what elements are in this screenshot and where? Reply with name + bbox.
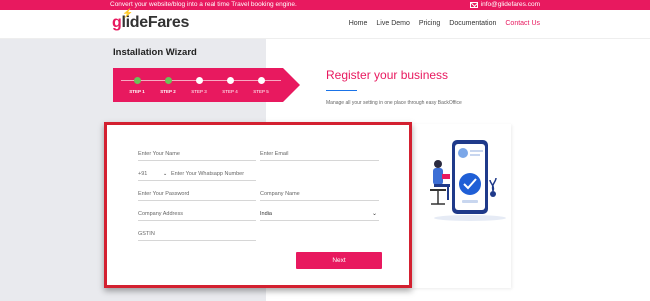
laptop-icon xyxy=(442,174,450,179)
nav-contact-us[interactable]: Contact Us xyxy=(505,20,540,27)
logo-mark-icon: ⚡ xyxy=(122,8,133,18)
email-field[interactable]: Enter Email xyxy=(260,148,379,161)
company-address-field[interactable]: Company Address xyxy=(138,208,256,221)
registration-illustration xyxy=(430,140,506,221)
step-5-label: STEP 5 xyxy=(253,89,269,94)
screen-line xyxy=(462,200,478,203)
person-legs xyxy=(434,184,450,187)
nav-documentation[interactable]: Documentation xyxy=(449,20,496,27)
wizard-title: Installation Wizard xyxy=(113,47,197,58)
logo[interactable]: ⚡ glideFares xyxy=(112,8,189,32)
step-4-dot[interactable] xyxy=(227,77,234,84)
gstin-field[interactable]: GSTIN xyxy=(138,228,256,241)
whatsapp-field[interactable]: +91 ⌄ Enter Your Whatsapp Number xyxy=(138,168,256,181)
promo-text: Convert your website/blog into a real ti… xyxy=(110,1,297,8)
contact-email[interactable]: info@glidefares.com xyxy=(469,1,540,8)
company-name-field[interactable]: Company Name xyxy=(260,188,379,201)
name-placeholder: Enter Your Name xyxy=(138,151,180,157)
top-announcement-bar: Convert your website/blog into a real ti… xyxy=(0,0,650,10)
dial-code-select[interactable]: +91 xyxy=(138,171,147,177)
step-2-label: STEP 2 xyxy=(160,89,176,94)
step-3-dot[interactable] xyxy=(196,77,203,84)
chevron-down-icon[interactable]: ⌄ xyxy=(372,210,377,217)
plant-pot-icon xyxy=(490,191,496,197)
register-title: Register your business xyxy=(326,68,449,82)
profile-avatar-icon xyxy=(458,148,468,158)
contact-email-text[interactable]: info@glidefares.com xyxy=(481,1,540,8)
password-placeholder: Enter Your Password xyxy=(138,191,190,197)
company-address-placeholder: Company Address xyxy=(138,211,183,217)
plant-icon xyxy=(489,177,497,192)
gstin-placeholder: GSTIN xyxy=(138,231,155,237)
floor-shadow xyxy=(434,215,506,221)
nav-live-demo[interactable]: Live Demo xyxy=(376,20,409,27)
password-field[interactable]: Enter Your Password xyxy=(138,188,256,201)
email-placeholder: Enter Email xyxy=(260,151,289,157)
wizard-stepper: STEP 1 STEP 2 STEP 3 STEP 4 STEP 5 xyxy=(113,68,300,102)
step-1-dot[interactable] xyxy=(134,77,141,84)
name-field[interactable]: Enter Your Name xyxy=(138,148,256,161)
company-name-placeholder: Company Name xyxy=(260,191,300,197)
stepper-band xyxy=(113,68,283,102)
person-head-icon xyxy=(434,160,442,168)
step-4-label: STEP 4 xyxy=(222,89,238,94)
whatsapp-placeholder: Enter Your Whatsapp Number xyxy=(171,171,245,177)
stepper-arrow xyxy=(283,68,300,102)
person-body xyxy=(433,168,443,185)
verified-badge-icon xyxy=(459,173,481,195)
chevron-down-icon[interactable]: ⌄ xyxy=(163,171,167,177)
step-2-dot[interactable] xyxy=(165,77,172,84)
profile-line xyxy=(470,150,483,152)
mail-icon xyxy=(469,1,478,8)
step-3-label: STEP 3 xyxy=(191,89,207,94)
country-select[interactable]: India ⌄ xyxy=(260,208,379,221)
main-nav: Home Live Demo Pricing Documentation Con… xyxy=(349,20,540,27)
step-5-dot[interactable] xyxy=(258,77,265,84)
register-title-underline xyxy=(326,90,357,91)
profile-line xyxy=(470,154,480,156)
country-value: India xyxy=(260,211,272,217)
step-1-label: STEP 1 xyxy=(129,89,145,94)
nav-pricing[interactable]: Pricing xyxy=(419,20,440,27)
site-header: ⚡ glideFares Home Live Demo Pricing Docu… xyxy=(0,8,650,39)
nav-home[interactable]: Home xyxy=(349,20,368,27)
next-button[interactable]: Next xyxy=(296,252,382,269)
register-subtitle: Manage all your setting in one place thr… xyxy=(326,100,462,106)
